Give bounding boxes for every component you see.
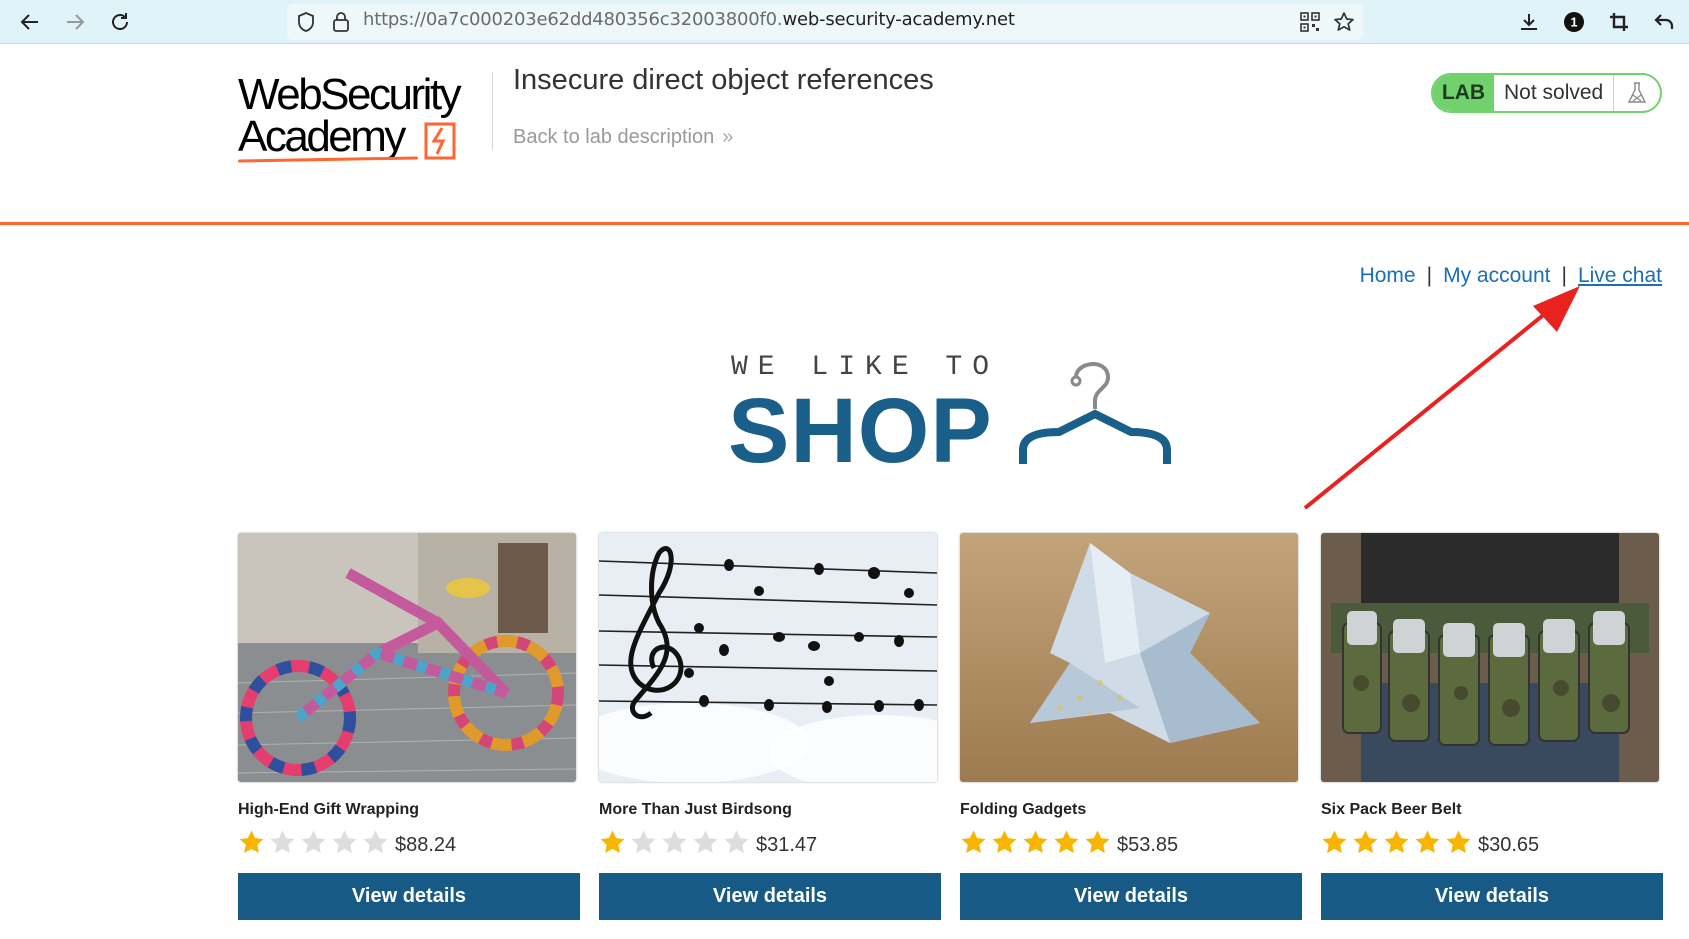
product-card-beer-belt: Six Pack Beer Belt $30.65 View details xyxy=(1321,533,1663,920)
product-rating xyxy=(238,827,393,857)
lock-icon[interactable] xyxy=(327,8,355,36)
back-link-label: Back to lab description xyxy=(513,126,715,148)
flask-icon xyxy=(1614,75,1660,111)
product-name: More Than Just Birdsong xyxy=(599,801,792,818)
product-rating xyxy=(599,827,754,857)
view-details-button[interactable]: View details xyxy=(599,873,941,920)
product-card-gift-wrapping: High-End Gift Wrapping $88.24 View detai… xyxy=(238,533,580,920)
forward-icon[interactable] xyxy=(61,8,89,36)
star-empty-icon xyxy=(270,830,295,853)
top-nav: Home | My account | Live chat xyxy=(1360,264,1662,288)
url-prefix: https://0a7c000203e62dd480356c32003800f0… xyxy=(363,9,783,30)
reload-icon[interactable] xyxy=(106,8,134,36)
logo-bolt-icon xyxy=(424,122,456,160)
star-empty-icon xyxy=(332,830,357,853)
product-image-birdsong[interactable] xyxy=(599,533,937,782)
product-image-beer-belt[interactable] xyxy=(1321,533,1659,782)
product-price: $53.85 xyxy=(1117,834,1179,856)
hero-title: SHOP xyxy=(728,380,993,482)
star-empty-icon xyxy=(662,830,687,853)
notification-count: 1 xyxy=(1570,15,1577,30)
bookmark-star-icon[interactable] xyxy=(1330,8,1358,36)
product-name: High-End Gift Wrapping xyxy=(238,801,420,818)
logo-line2: Academy xyxy=(238,112,406,161)
star-filled-icon xyxy=(239,830,264,853)
url-domain: web-security-academy.net xyxy=(782,9,1015,30)
star-filled-icon xyxy=(1415,830,1440,853)
red-annotation-arrow xyxy=(1303,286,1580,510)
header-orange-rule xyxy=(0,222,1689,225)
star-empty-icon xyxy=(301,830,326,853)
product-price: $31.47 xyxy=(756,834,818,856)
lab-status: Not solved xyxy=(1494,75,1614,111)
double-chevron-right-icon: » xyxy=(722,126,734,148)
nav-separator: | xyxy=(1561,264,1567,287)
star-filled-icon xyxy=(1446,830,1471,853)
product-rating xyxy=(1321,827,1476,857)
nav-separator: | xyxy=(1426,264,1433,287)
view-details-button[interactable]: View details xyxy=(238,873,580,920)
product-price: $30.65 xyxy=(1478,834,1540,856)
lab-status-widget[interactable]: LAB Not solved xyxy=(1431,73,1662,113)
product-card-folding-gadgets: Folding Gadgets $53.85 View details xyxy=(960,533,1302,920)
view-details-button[interactable]: View details xyxy=(1321,873,1663,920)
lab-title: Insecure direct object references xyxy=(513,64,934,96)
nav-home-link[interactable]: Home xyxy=(1360,264,1416,287)
lab-label: LAB xyxy=(1433,75,1494,111)
star-empty-icon xyxy=(363,830,388,853)
star-empty-icon xyxy=(631,830,656,853)
star-filled-icon xyxy=(1322,830,1347,853)
qr-code-icon[interactable] xyxy=(1296,8,1324,36)
star-filled-icon xyxy=(1054,830,1079,853)
product-image-bicycle[interactable] xyxy=(238,533,576,782)
back-icon[interactable] xyxy=(16,8,44,36)
header-divider xyxy=(492,72,493,150)
crop-icon[interactable] xyxy=(1605,8,1633,36)
web-security-academy-logo[interactable]: WebSecurity Academy xyxy=(237,70,488,163)
undo-icon[interactable] xyxy=(1650,8,1678,36)
back-to-lab-description-link[interactable]: Back to lab description » xyxy=(513,126,733,149)
view-details-button[interactable]: View details xyxy=(960,873,1302,920)
download-icon[interactable] xyxy=(1515,8,1543,36)
star-filled-icon xyxy=(1353,830,1378,853)
product-name: Six Pack Beer Belt xyxy=(1321,801,1462,818)
star-filled-icon xyxy=(600,830,625,853)
product-card-birdsong: More Than Just Birdsong $31.47 View deta… xyxy=(599,533,941,920)
browser-toolbar: https://0a7c000203e62dd480356c32003800f0… xyxy=(0,0,1689,44)
star-filled-icon xyxy=(961,830,986,853)
star-filled-icon xyxy=(1023,830,1048,853)
star-empty-icon xyxy=(724,830,749,853)
hanger-icon xyxy=(1019,362,1171,464)
nav-my-account-link[interactable]: My account xyxy=(1443,264,1550,287)
star-empty-icon xyxy=(693,830,718,853)
product-image-origami[interactable] xyxy=(960,533,1298,782)
product-rating xyxy=(960,827,1115,857)
nav-live-chat-link[interactable]: Live chat xyxy=(1578,264,1662,287)
star-filled-icon xyxy=(1384,830,1409,853)
url-text[interactable]: https://0a7c000203e62dd480356c32003800f0… xyxy=(363,9,1015,30)
shield-icon[interactable] xyxy=(292,8,320,36)
product-name: Folding Gadgets xyxy=(960,801,1087,818)
notification-badge-icon[interactable]: 1 xyxy=(1560,8,1588,36)
star-filled-icon xyxy=(1085,830,1110,853)
product-price: $88.24 xyxy=(395,834,457,856)
star-filled-icon xyxy=(992,830,1017,853)
